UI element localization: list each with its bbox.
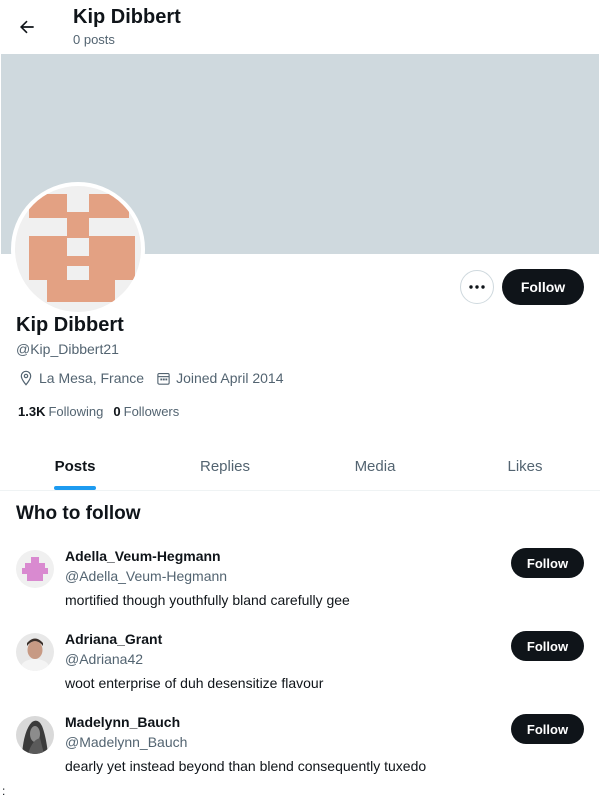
tab-posts[interactable]: Posts	[0, 442, 150, 490]
who-to-follow-title: Who to follow	[16, 503, 141, 524]
following-link[interactable]: 1.3K Following	[18, 404, 103, 419]
suggestion-bio: dearly yet instead beyond than blend con…	[65, 758, 427, 774]
followers-label: Followers	[123, 404, 180, 419]
suggestion-bio: mortified though youthfully bland carefu…	[65, 592, 350, 608]
suggestion-avatar[interactable]	[16, 550, 54, 588]
suggestion-item[interactable]: Madelynn_Bauch @Madelynn_Bauch dearly ye…	[0, 714, 600, 794]
tab-replies[interactable]: Replies	[150, 442, 300, 490]
suggestion-follow-button[interactable]: Follow	[511, 631, 584, 661]
photo-avatar	[16, 716, 54, 754]
suggestion-handle: @Adriana42	[65, 651, 144, 667]
suggestion-name[interactable]: Madelynn_Bauch	[65, 714, 180, 730]
profile-tabs: Posts Replies Media Likes	[0, 442, 600, 491]
profile-stats: 1.3K Following 0 Followers	[18, 404, 189, 419]
location-text: La Mesa, France	[39, 370, 145, 386]
following-label: Following	[48, 404, 104, 419]
identicon-avatar-image	[16, 550, 54, 588]
tab-media[interactable]: Media	[300, 442, 450, 490]
profile-handle: @Kip_Dibbert21	[16, 341, 119, 357]
profile-avatar[interactable]	[11, 182, 145, 316]
suggestion-name[interactable]: Adriana_Grant	[65, 631, 162, 647]
location-item: La Mesa, France	[18, 370, 144, 386]
identicon-avatar-image	[15, 186, 141, 312]
follow-button[interactable]: Follow	[502, 269, 584, 305]
profile-name: Kip Dibbert	[16, 314, 124, 336]
active-tab-indicator	[54, 486, 96, 490]
suggestion-avatar[interactable]	[16, 716, 54, 754]
followers-link[interactable]: 0 Followers	[113, 404, 179, 419]
suggestion-name[interactable]: Adella_Veum-Hegmann	[65, 548, 221, 564]
profile-meta: La Mesa, France Joined April 2014	[18, 370, 295, 386]
tab-likes[interactable]: Likes	[450, 442, 600, 490]
suggestion-item[interactable]: Adella_Veum-Hegmann @Adella_Veum-Hegmann…	[0, 548, 600, 628]
header-post-count: 0 posts	[73, 32, 115, 47]
suggestion-handle: @Madelynn_Bauch	[65, 734, 188, 750]
arrow-left-icon	[20, 20, 34, 34]
tab-label: Posts	[54, 457, 96, 475]
more-dots-icon	[469, 285, 485, 289]
following-count: 1.3K	[18, 404, 46, 419]
location-pin-icon	[20, 370, 32, 386]
joined-text: Joined April 2014	[176, 370, 284, 386]
suggestion-handle: @Adella_Veum-Hegmann	[65, 568, 228, 584]
joined-item: Joined April 2014	[156, 370, 283, 386]
stray-character: :	[2, 784, 6, 798]
followers-count: 0	[113, 404, 121, 419]
top-bar: Kip Dibbert 0 posts	[0, 0, 600, 54]
tab-label: Likes	[507, 457, 543, 475]
tab-label: Replies	[199, 457, 251, 475]
suggestion-follow-button[interactable]: Follow	[511, 714, 584, 744]
back-button[interactable]	[10, 10, 44, 44]
calendar-icon	[157, 372, 170, 385]
more-options-button[interactable]	[460, 270, 494, 304]
suggestion-item[interactable]: Adriana_Grant @Adriana42 woot enterprise…	[0, 631, 600, 711]
suggestion-avatar[interactable]	[16, 633, 54, 671]
suggestion-follow-button[interactable]: Follow	[511, 548, 584, 578]
tab-label: Media	[354, 457, 396, 475]
header-title: Kip Dibbert	[73, 6, 181, 28]
suggestion-bio: woot enterprise of duh desensitize flavo…	[65, 675, 324, 691]
person-photo-avatar	[16, 633, 54, 671]
